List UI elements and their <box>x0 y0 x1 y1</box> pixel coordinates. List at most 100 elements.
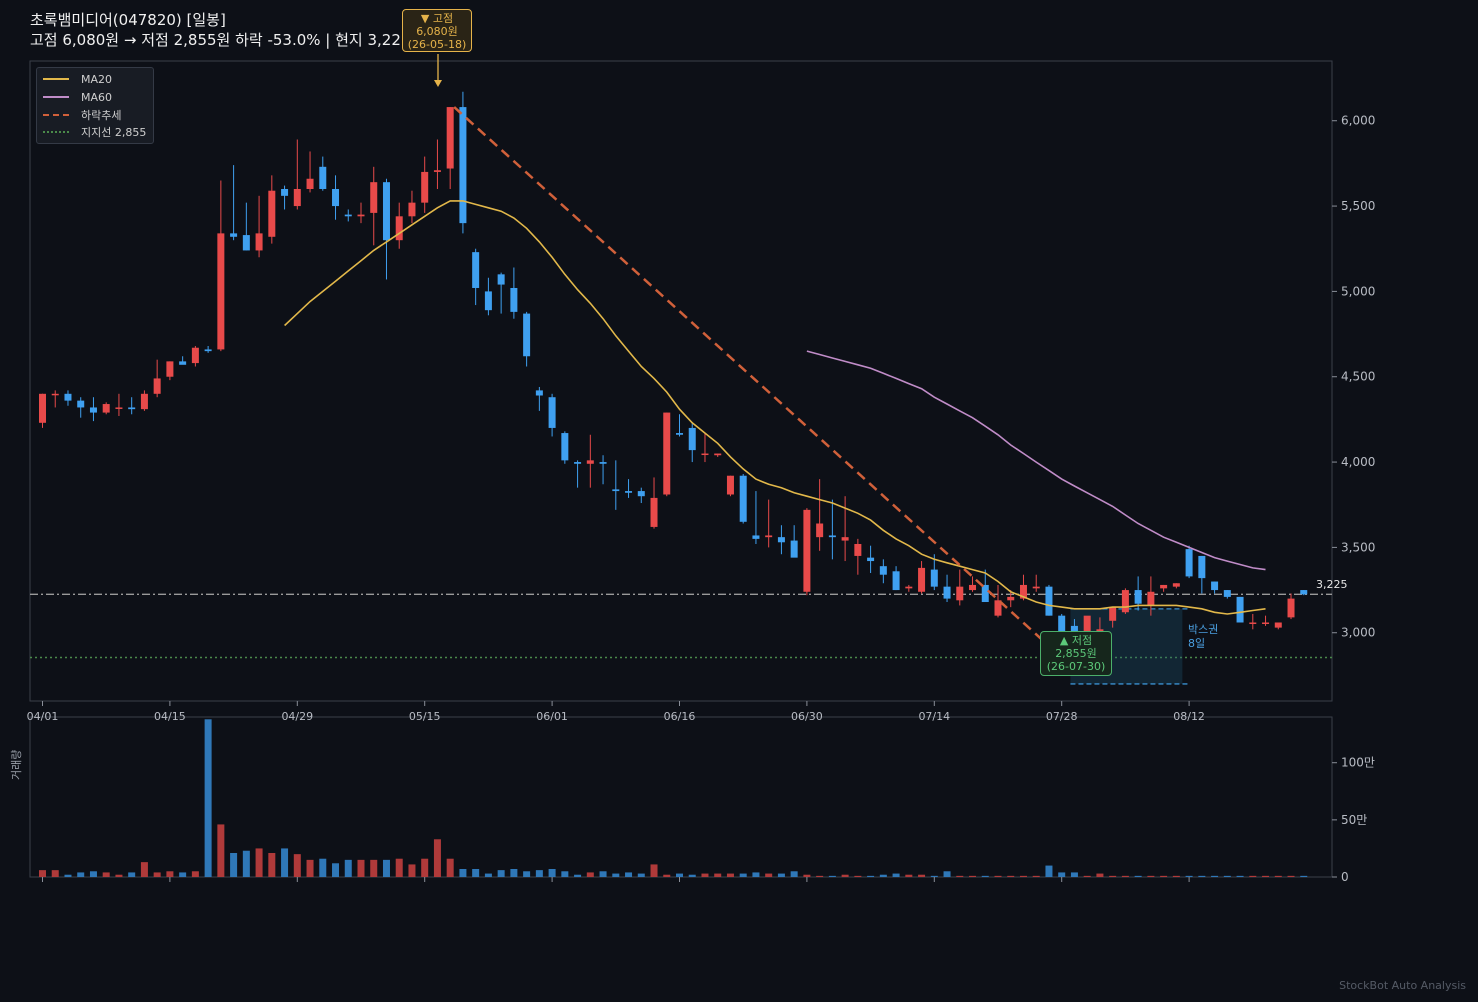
candle-body <box>688 427 696 451</box>
volume-bar <box>650 864 658 877</box>
volume-bar <box>561 871 569 877</box>
ma60-line <box>806 350 1266 571</box>
candle-body <box>459 107 467 224</box>
candle-body <box>535 390 543 396</box>
watermark: StockBot Auto Analysis <box>1339 979 1466 992</box>
candle-body <box>497 274 505 285</box>
candle-body <box>128 407 136 410</box>
volume-bar <box>153 872 161 877</box>
volume-bar <box>637 873 645 877</box>
candle-body <box>867 557 875 562</box>
volume-bar <box>854 875 862 877</box>
volume-bar <box>752 872 760 877</box>
candle-body <box>765 535 773 538</box>
candle-body <box>918 567 926 592</box>
volume-panel-frame <box>29 716 1333 878</box>
candle-body <box>1007 596 1015 601</box>
date-tick-label: 06/30 <box>791 710 823 723</box>
legend-support: 지지선 2,855 <box>43 124 146 140</box>
candle-body <box>892 571 900 591</box>
volume-bar <box>1147 875 1155 877</box>
volume-bar <box>574 874 582 877</box>
price-tick-label: 5,000 <box>1341 284 1375 298</box>
volume-bar <box>281 848 289 877</box>
candle-body <box>1109 607 1117 621</box>
low-price: 2,855원 <box>1055 647 1097 660</box>
low-title: ▲ 저점 <box>1059 634 1093 647</box>
candle-body <box>854 543 862 556</box>
volume-bar <box>943 871 951 877</box>
candle-body <box>1236 596 1244 623</box>
candle-body <box>1032 586 1040 589</box>
high-arrow-head <box>434 80 442 87</box>
volume-bar <box>497 870 505 877</box>
candle-body <box>408 202 416 217</box>
volume-bar <box>344 859 352 877</box>
volume-bar <box>676 873 683 877</box>
candle-body <box>1223 590 1231 597</box>
volume-bar <box>663 874 671 877</box>
price-tick-label: 5,500 <box>1341 199 1375 213</box>
volume-bar <box>1223 875 1231 877</box>
volume-bar <box>625 872 633 877</box>
volume-bar <box>255 848 263 877</box>
volume-bar <box>510 869 518 877</box>
volume-bar <box>446 858 454 877</box>
candle-body <box>548 397 556 428</box>
candle-body <box>752 535 760 539</box>
volume-bar <box>484 873 492 877</box>
volume-bar <box>39 870 46 877</box>
volume-bar <box>1121 875 1129 877</box>
candle-body <box>204 349 212 352</box>
price-tick-label: 3,000 <box>1341 626 1375 640</box>
volume-tick-label: 50만 <box>1341 813 1367 827</box>
candle-body <box>905 586 913 589</box>
volume-bar <box>548 869 556 877</box>
candle-body <box>51 393 59 396</box>
date-tick-label: 04/15 <box>154 710 186 723</box>
volume-bar <box>1262 875 1270 877</box>
candle-body <box>319 166 327 189</box>
volume-bar <box>472 869 480 877</box>
candle-body <box>637 491 645 497</box>
volume-bar <box>51 870 59 877</box>
high-date: (26-05-18) <box>407 38 467 51</box>
candle-body <box>1160 584 1168 589</box>
candle-body <box>1198 555 1206 579</box>
volume-bar <box>1198 875 1206 877</box>
candle-body <box>242 235 250 251</box>
price-tick-label: 4,500 <box>1341 370 1375 384</box>
volume-bar <box>969 875 977 877</box>
volume-bar <box>319 858 327 877</box>
volume-bar <box>306 859 314 877</box>
candle-body <box>281 189 289 196</box>
volume-bar <box>956 875 964 877</box>
volume-bar <box>688 874 696 877</box>
candle-body <box>1147 591 1155 606</box>
volume-bar <box>293 854 301 877</box>
volume-bar <box>1287 875 1295 877</box>
downtrend-line <box>453 106 1063 659</box>
volume-bar <box>128 872 136 877</box>
volume-bar <box>1019 875 1027 877</box>
volume-bar <box>1032 875 1040 877</box>
volume-bar <box>790 871 798 877</box>
volume-bar <box>1274 875 1282 877</box>
high-title: ▼ 고점 <box>420 12 454 25</box>
date-tick-label: 04/01 <box>27 710 59 723</box>
candle-body <box>102 404 110 413</box>
candle-body <box>676 433 683 435</box>
candle-body <box>612 489 620 492</box>
candle-body <box>484 291 492 311</box>
candle-body <box>153 378 161 394</box>
date-tick-label: 08/12 <box>1173 710 1205 723</box>
volume-bar <box>370 859 378 877</box>
candle-body <box>306 178 314 189</box>
candle-body <box>790 540 798 558</box>
volume-bar <box>701 873 709 877</box>
chart-title: 초록뱀미디어(047820) [일봉] <box>30 11 226 29</box>
volume-bar <box>191 871 199 877</box>
volume-bar <box>918 874 926 877</box>
candle-body <box>89 407 97 413</box>
candle-body <box>586 460 594 464</box>
